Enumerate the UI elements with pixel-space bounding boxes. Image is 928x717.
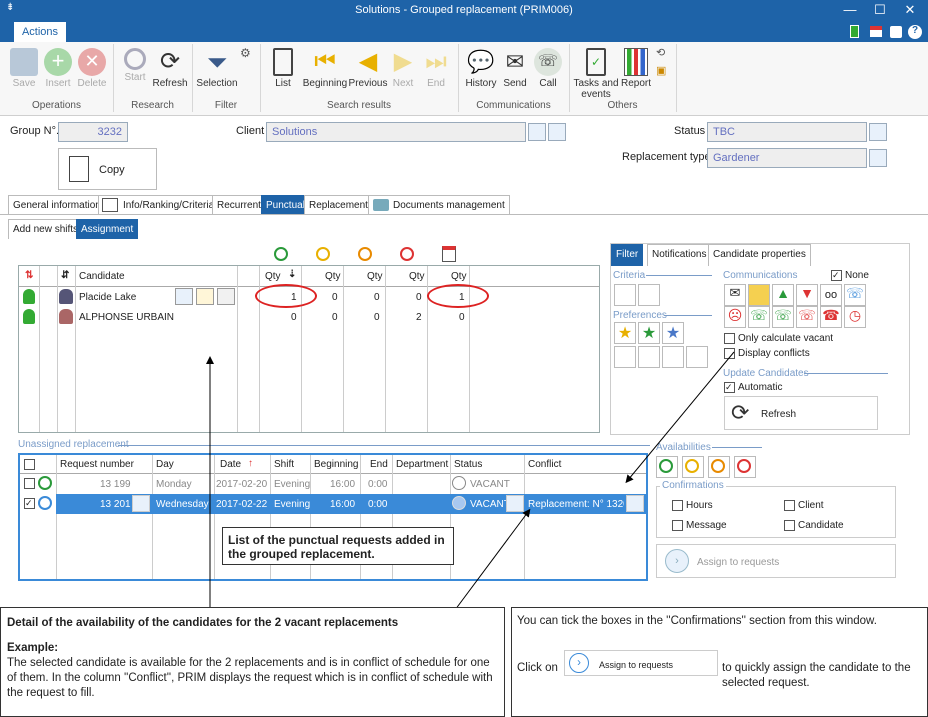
detail-note: Detail of the availability of the candid… <box>0 607 505 717</box>
click-on-text: Click on <box>517 662 558 674</box>
detail-body: The selected candidate is available for … <box>7 657 493 699</box>
arrow-to-display-conflicts <box>625 351 735 484</box>
confirm-note: You can tick the boxes in the ''Confirma… <box>511 607 928 717</box>
assign-button-illustration: › Assign to requests <box>564 650 718 676</box>
chevron-right-icon: › <box>569 653 589 673</box>
example-label: Example: <box>7 642 59 654</box>
tick-note: You can tick the boxes in the ''Confirma… <box>517 615 877 627</box>
arrow-to-conflict <box>454 508 531 611</box>
quick-assign-text: to quickly assign the candidate to the s… <box>722 662 911 689</box>
detail-title: Detail of the availability of the candid… <box>7 617 399 629</box>
